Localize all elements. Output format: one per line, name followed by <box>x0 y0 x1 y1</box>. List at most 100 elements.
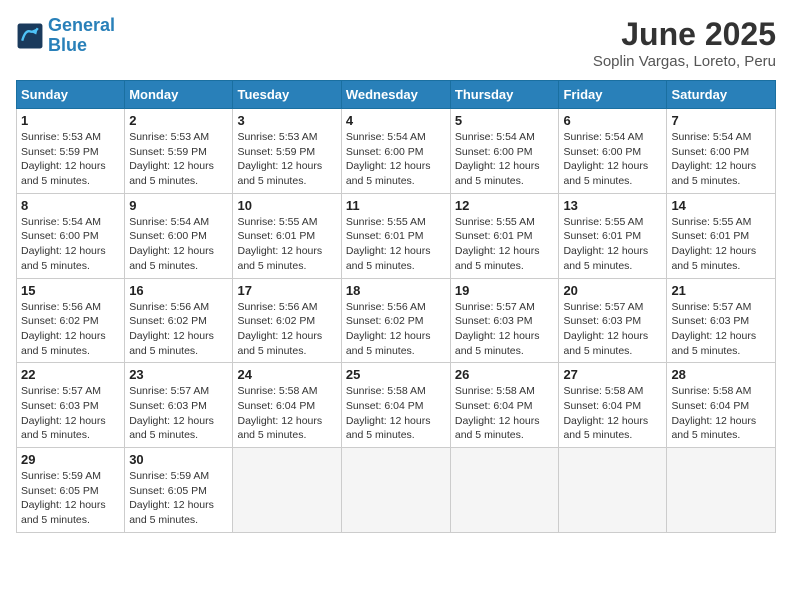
calendar-table: SundayMondayTuesdayWednesdayThursdayFrid… <box>16 80 776 533</box>
day-number: 26 <box>455 367 555 382</box>
calendar-day-cell: 29 Sunrise: 5:59 AM Sunset: 6:05 PM Dayl… <box>17 448 125 533</box>
calendar-day-cell: 4 Sunrise: 5:54 AM Sunset: 6:00 PM Dayli… <box>341 109 450 194</box>
day-number: 5 <box>455 113 555 128</box>
day-number: 8 <box>21 198 120 213</box>
day-info: Sunrise: 5:57 AM Sunset: 6:03 PM Dayligh… <box>21 384 120 443</box>
calendar-day-cell: 9 Sunrise: 5:54 AM Sunset: 6:00 PM Dayli… <box>125 193 233 278</box>
logo-icon <box>16 22 44 50</box>
calendar-day-cell <box>450 448 559 533</box>
weekday-header-thursday: Thursday <box>450 81 559 109</box>
day-number: 21 <box>671 283 771 298</box>
day-info: Sunrise: 5:56 AM Sunset: 6:02 PM Dayligh… <box>21 300 120 359</box>
day-info: Sunrise: 5:59 AM Sunset: 6:05 PM Dayligh… <box>21 469 120 528</box>
calendar-day-cell: 30 Sunrise: 5:59 AM Sunset: 6:05 PM Dayl… <box>125 448 233 533</box>
day-info: Sunrise: 5:55 AM Sunset: 6:01 PM Dayligh… <box>455 215 555 274</box>
day-number: 28 <box>671 367 771 382</box>
calendar-day-cell: 25 Sunrise: 5:58 AM Sunset: 6:04 PM Dayl… <box>341 363 450 448</box>
calendar-day-cell: 24 Sunrise: 5:58 AM Sunset: 6:04 PM Dayl… <box>233 363 341 448</box>
day-info: Sunrise: 5:53 AM Sunset: 5:59 PM Dayligh… <box>21 130 120 189</box>
day-info: Sunrise: 5:58 AM Sunset: 6:04 PM Dayligh… <box>455 384 555 443</box>
calendar-day-cell: 6 Sunrise: 5:54 AM Sunset: 6:00 PM Dayli… <box>559 109 667 194</box>
location-title: Soplin Vargas, Loreto, Peru <box>593 53 776 70</box>
calendar-day-cell: 21 Sunrise: 5:57 AM Sunset: 6:03 PM Dayl… <box>667 278 776 363</box>
weekday-header-monday: Monday <box>125 81 233 109</box>
calendar-day-cell: 13 Sunrise: 5:55 AM Sunset: 6:01 PM Dayl… <box>559 193 667 278</box>
day-info: Sunrise: 5:56 AM Sunset: 6:02 PM Dayligh… <box>346 300 446 359</box>
day-info: Sunrise: 5:54 AM Sunset: 6:00 PM Dayligh… <box>455 130 555 189</box>
calendar-day-cell: 23 Sunrise: 5:57 AM Sunset: 6:03 PM Dayl… <box>125 363 233 448</box>
calendar-day-cell: 2 Sunrise: 5:53 AM Sunset: 5:59 PM Dayli… <box>125 109 233 194</box>
day-number: 16 <box>129 283 228 298</box>
calendar-day-cell: 22 Sunrise: 5:57 AM Sunset: 6:03 PM Dayl… <box>17 363 125 448</box>
calendar-day-cell: 1 Sunrise: 5:53 AM Sunset: 5:59 PM Dayli… <box>17 109 125 194</box>
day-info: Sunrise: 5:55 AM Sunset: 6:01 PM Dayligh… <box>563 215 662 274</box>
calendar-day-cell: 7 Sunrise: 5:54 AM Sunset: 6:00 PM Dayli… <box>667 109 776 194</box>
day-info: Sunrise: 5:54 AM Sunset: 6:00 PM Dayligh… <box>346 130 446 189</box>
day-info: Sunrise: 5:57 AM Sunset: 6:03 PM Dayligh… <box>129 384 228 443</box>
day-number: 23 <box>129 367 228 382</box>
calendar-day-cell: 27 Sunrise: 5:58 AM Sunset: 6:04 PM Dayl… <box>559 363 667 448</box>
day-info: Sunrise: 5:58 AM Sunset: 6:04 PM Dayligh… <box>237 384 336 443</box>
weekday-header-row: SundayMondayTuesdayWednesdayThursdayFrid… <box>17 81 776 109</box>
day-number: 2 <box>129 113 228 128</box>
calendar-day-cell: 17 Sunrise: 5:56 AM Sunset: 6:02 PM Dayl… <box>233 278 341 363</box>
calendar-day-cell: 8 Sunrise: 5:54 AM Sunset: 6:00 PM Dayli… <box>17 193 125 278</box>
day-number: 15 <box>21 283 120 298</box>
calendar-day-cell: 20 Sunrise: 5:57 AM Sunset: 6:03 PM Dayl… <box>559 278 667 363</box>
day-number: 27 <box>563 367 662 382</box>
calendar-day-cell: 15 Sunrise: 5:56 AM Sunset: 6:02 PM Dayl… <box>17 278 125 363</box>
day-number: 10 <box>237 198 336 213</box>
day-number: 9 <box>129 198 228 213</box>
logo-text: General Blue <box>48 16 115 56</box>
day-number: 17 <box>237 283 336 298</box>
day-number: 6 <box>563 113 662 128</box>
weekday-header-friday: Friday <box>559 81 667 109</box>
day-info: Sunrise: 5:59 AM Sunset: 6:05 PM Dayligh… <box>129 469 228 528</box>
day-info: Sunrise: 5:57 AM Sunset: 6:03 PM Dayligh… <box>455 300 555 359</box>
day-number: 18 <box>346 283 446 298</box>
day-number: 4 <box>346 113 446 128</box>
calendar-day-cell <box>667 448 776 533</box>
calendar-week-row: 15 Sunrise: 5:56 AM Sunset: 6:02 PM Dayl… <box>17 278 776 363</box>
calendar-day-cell <box>341 448 450 533</box>
day-info: Sunrise: 5:54 AM Sunset: 6:00 PM Dayligh… <box>671 130 771 189</box>
day-info: Sunrise: 5:55 AM Sunset: 6:01 PM Dayligh… <box>346 215 446 274</box>
day-number: 7 <box>671 113 771 128</box>
day-number: 1 <box>21 113 120 128</box>
calendar-day-cell <box>559 448 667 533</box>
day-number: 24 <box>237 367 336 382</box>
day-info: Sunrise: 5:54 AM Sunset: 6:00 PM Dayligh… <box>563 130 662 189</box>
calendar-day-cell: 10 Sunrise: 5:55 AM Sunset: 6:01 PM Dayl… <box>233 193 341 278</box>
day-number: 22 <box>21 367 120 382</box>
day-number: 20 <box>563 283 662 298</box>
day-info: Sunrise: 5:58 AM Sunset: 6:04 PM Dayligh… <box>563 384 662 443</box>
calendar-day-cell: 14 Sunrise: 5:55 AM Sunset: 6:01 PM Dayl… <box>667 193 776 278</box>
month-title: June 2025 <box>593 16 776 53</box>
day-info: Sunrise: 5:58 AM Sunset: 6:04 PM Dayligh… <box>346 384 446 443</box>
calendar-week-row: 1 Sunrise: 5:53 AM Sunset: 5:59 PM Dayli… <box>17 109 776 194</box>
calendar-week-row: 8 Sunrise: 5:54 AM Sunset: 6:00 PM Dayli… <box>17 193 776 278</box>
day-info: Sunrise: 5:53 AM Sunset: 5:59 PM Dayligh… <box>129 130 228 189</box>
weekday-header-saturday: Saturday <box>667 81 776 109</box>
calendar-day-cell: 19 Sunrise: 5:57 AM Sunset: 6:03 PM Dayl… <box>450 278 559 363</box>
day-info: Sunrise: 5:55 AM Sunset: 6:01 PM Dayligh… <box>671 215 771 274</box>
calendar-day-cell: 5 Sunrise: 5:54 AM Sunset: 6:00 PM Dayli… <box>450 109 559 194</box>
weekday-header-wednesday: Wednesday <box>341 81 450 109</box>
calendar-day-cell <box>233 448 341 533</box>
calendar-day-cell: 26 Sunrise: 5:58 AM Sunset: 6:04 PM Dayl… <box>450 363 559 448</box>
weekday-header-tuesday: Tuesday <box>233 81 341 109</box>
calendar-week-row: 22 Sunrise: 5:57 AM Sunset: 6:03 PM Dayl… <box>17 363 776 448</box>
day-info: Sunrise: 5:53 AM Sunset: 5:59 PM Dayligh… <box>237 130 336 189</box>
title-area: June 2025 Soplin Vargas, Loreto, Peru <box>593 16 776 70</box>
day-info: Sunrise: 5:55 AM Sunset: 6:01 PM Dayligh… <box>237 215 336 274</box>
calendar-day-cell: 16 Sunrise: 5:56 AM Sunset: 6:02 PM Dayl… <box>125 278 233 363</box>
day-number: 12 <box>455 198 555 213</box>
day-info: Sunrise: 5:54 AM Sunset: 6:00 PM Dayligh… <box>21 215 120 274</box>
day-info: Sunrise: 5:56 AM Sunset: 6:02 PM Dayligh… <box>129 300 228 359</box>
day-info: Sunrise: 5:57 AM Sunset: 6:03 PM Dayligh… <box>563 300 662 359</box>
day-number: 3 <box>237 113 336 128</box>
day-number: 11 <box>346 198 446 213</box>
day-number: 30 <box>129 452 228 467</box>
day-info: Sunrise: 5:57 AM Sunset: 6:03 PM Dayligh… <box>671 300 771 359</box>
day-info: Sunrise: 5:58 AM Sunset: 6:04 PM Dayligh… <box>671 384 771 443</box>
